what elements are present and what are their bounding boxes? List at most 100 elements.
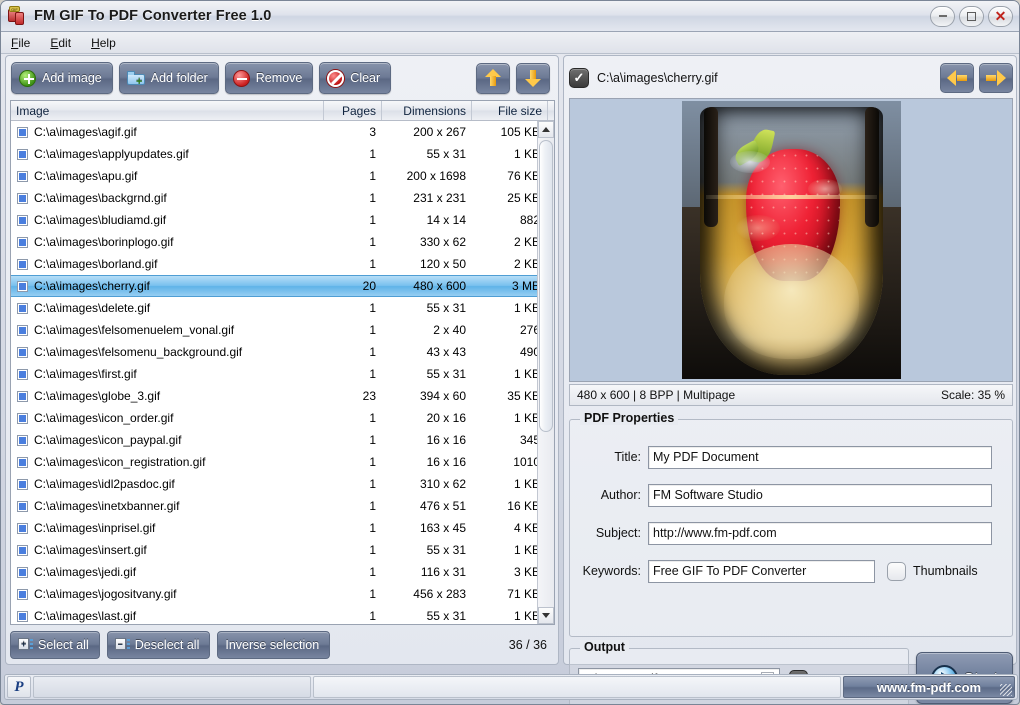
row-checkbox[interactable] [17, 148, 28, 160]
column-header-filesize[interactable]: File size [472, 101, 548, 120]
row-checkbox[interactable] [17, 346, 28, 358]
table-row[interactable]: C:\a\images\bludiamd.gif 1 14 x 14 882 [11, 209, 554, 231]
menu-file[interactable]: File [11, 36, 30, 50]
table-row[interactable]: C:\a\images\icon_registration.gif 1 16 x 1… [11, 451, 554, 473]
row-checkbox[interactable] [17, 456, 28, 468]
row-checkbox[interactable] [17, 478, 28, 490]
table-row[interactable]: C:\a\images\delete.gif 1 55 x 31 1 KB [11, 297, 554, 319]
column-header-pages[interactable]: Pages [324, 101, 382, 120]
row-checkbox[interactable] [17, 500, 28, 512]
subject-field[interactable]: http://www.fm-pdf.com [648, 521, 992, 545]
thumbnails-label: Thumbnails [913, 564, 978, 578]
table-row[interactable]: C:\a\images\applyupdates.gif 1 55 x 31 1 KB [11, 143, 554, 165]
table-row[interactable]: C:\a\images\felsomenuelem_vonal.gif 1 2 x … [11, 319, 554, 341]
row-checkbox[interactable] [17, 522, 28, 534]
row-checkbox[interactable] [17, 214, 28, 226]
row-checkbox[interactable] [17, 412, 28, 424]
maximize-button[interactable] [959, 5, 984, 27]
cell-image: C:\a\images\icon_registration.gif [34, 455, 206, 469]
menu-edit-label: dit [58, 35, 72, 50]
cell-image: C:\a\images\backgrnd.gif [34, 191, 167, 205]
thumbnails-checkbox[interactable] [887, 561, 906, 581]
table-row[interactable]: C:\a\images\insert.gif 1 55 x 31 1 KB [11, 539, 554, 561]
table-row[interactable]: C:\a\images\jedi.gif 1 116 x 31 3 KB [11, 561, 554, 583]
table-row[interactable]: C:\a\images\icon_paypal.gif 1 16 x 16 345 [11, 429, 554, 451]
row-checkbox[interactable] [17, 280, 28, 292]
row-checkbox[interactable] [17, 390, 28, 402]
row-checkbox[interactable] [17, 588, 28, 600]
table-row[interactable]: C:\a\images\cherry.gif 20 480 x 600 3 MB [11, 275, 554, 297]
table-row[interactable]: C:\a\images\agif.gif 3 200 x 267 105 KB [11, 121, 554, 143]
thumbnails-option[interactable]: Thumbnails [887, 561, 978, 581]
row-checkbox[interactable] [17, 368, 28, 380]
keywords-field[interactable]: Free GIF To PDF Converter [648, 559, 875, 583]
author-field[interactable]: FM Software Studio [648, 483, 992, 507]
menu-edit[interactable]: Edit [50, 36, 71, 50]
image-info-text: 480 x 600 | 8 BPP | Multipage [577, 388, 736, 402]
clear-button[interactable]: Clear [319, 62, 392, 94]
row-checkbox[interactable] [17, 170, 28, 182]
cell-image: C:\a\images\icon_order.gif [34, 411, 174, 425]
scrollbar-thumb[interactable] [539, 140, 553, 432]
row-checkbox[interactable] [17, 324, 28, 336]
minimize-button[interactable] [930, 5, 955, 27]
inverse-selection-button[interactable]: Inverse selection [217, 631, 331, 659]
move-up-button[interactable] [476, 62, 510, 94]
resize-grip-icon[interactable] [1000, 684, 1012, 696]
row-checkbox[interactable] [17, 544, 28, 556]
menu-help-label: elp [99, 35, 116, 50]
inverse-selection-label: Inverse selection [225, 638, 320, 652]
cell-pages: 1 [369, 411, 376, 425]
select-all-button[interactable]: + Select all [10, 631, 100, 659]
list-scrollbar[interactable] [537, 121, 554, 624]
cell-image: C:\a\images\inprisel.gif [34, 521, 156, 535]
scroll-up-button[interactable] [538, 121, 554, 138]
cell-pages: 1 [369, 191, 376, 205]
table-row[interactable]: C:\a\images\last.gif 1 55 x 31 1 KB [11, 605, 554, 624]
table-row[interactable]: C:\a\images\apu.gif 1 200 x 1698 76 KB [11, 165, 554, 187]
table-row[interactable]: C:\a\images\backgrnd.gif 1 231 x 231 25 KB [11, 187, 554, 209]
add-folder-button[interactable]: + Add folder [118, 62, 219, 94]
row-checkbox[interactable] [17, 236, 28, 248]
column-header-dimensions[interactable]: Dimensions [382, 101, 472, 120]
table-row[interactable]: C:\a\images\felsomenu_background.gif 1 43 … [11, 341, 554, 363]
remove-button[interactable]: Remove [224, 62, 314, 94]
cell-image: C:\a\images\jedi.gif [34, 565, 137, 579]
move-down-button[interactable] [516, 62, 550, 94]
table-row[interactable]: C:\a\images\icon_order.gif 1 20 x 16 1 KB [11, 407, 554, 429]
cell-dimensions: 43 x 43 [426, 345, 466, 359]
title-field[interactable]: My PDF Document [648, 445, 992, 469]
paypal-icon[interactable]: P [7, 676, 31, 698]
close-button[interactable]: ✕ [988, 5, 1013, 27]
brand-link[interactable]: www.fm-pdf.com [843, 676, 1015, 698]
previous-image-button[interactable] [940, 63, 974, 93]
add-image-button[interactable]: Add image [11, 62, 113, 94]
image-preview[interactable] [569, 98, 1013, 382]
cell-pages: 23 [362, 389, 376, 403]
image-list[interactable]: Image Pages Dimensions File size C:\a\im… [10, 100, 555, 625]
next-image-button[interactable] [979, 63, 1013, 93]
deselect-all-button[interactable]: – Deselect all [106, 631, 211, 659]
row-checkbox[interactable] [17, 126, 28, 138]
list-body: C:\a\images\agif.gif 3 200 x 267 105 KB C:\a… [11, 121, 554, 624]
row-checkbox[interactable] [17, 192, 28, 204]
menu-help[interactable]: Help [91, 36, 116, 50]
subject-label: Subject: [595, 526, 641, 540]
table-row[interactable]: C:\a\images\first.gif 1 55 x 31 1 KB [11, 363, 554, 385]
row-checkbox[interactable] [17, 258, 28, 270]
table-row[interactable]: C:\a\images\idl2pasdoc.gif 1 310 x 62 1 KB [11, 473, 554, 495]
table-row[interactable]: C:\a\images\borland.gif 1 120 x 50 2 KB [11, 253, 554, 275]
row-checkbox[interactable] [17, 610, 28, 622]
row-checkbox[interactable] [17, 434, 28, 446]
table-row[interactable]: C:\a\images\inetxbanner.gif 1 476 x 51 16 K… [11, 495, 554, 517]
table-row[interactable]: C:\a\images\borinplogo.gif 1 330 x 62 2 KB [11, 231, 554, 253]
row-checkbox[interactable] [17, 566, 28, 578]
triangle-down-icon [542, 613, 550, 618]
table-row[interactable]: C:\a\images\globe_3.gif 23 394 x 60 35 KB [11, 385, 554, 407]
preview-include-checkbox[interactable]: ✓ [569, 68, 589, 88]
table-row[interactable]: C:\a\images\jogositvany.gif 1 456 x 283 71 … [11, 583, 554, 605]
row-checkbox[interactable] [17, 302, 28, 314]
scroll-down-button[interactable] [538, 607, 554, 624]
table-row[interactable]: C:\a\images\inprisel.gif 1 163 x 45 4 KB [11, 517, 554, 539]
column-header-image[interactable]: Image [11, 101, 324, 120]
